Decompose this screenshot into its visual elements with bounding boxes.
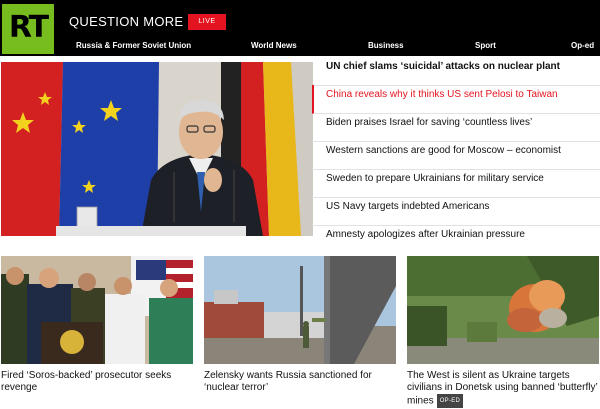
headline-item[interactable]: Sweden to prepare Ukrainians for militar…	[312, 169, 600, 198]
site-header: RT QUESTION MORE LIVE Russia & Former So…	[0, 0, 600, 56]
card-image-press-conference[interactable]	[1, 256, 193, 364]
headline-item[interactable]: UN chief slams ‘suicidal’ attacks on nuc…	[312, 57, 600, 86]
hero-image[interactable]	[1, 62, 313, 236]
card-image-explosion[interactable]	[407, 256, 599, 364]
headline-item[interactable]: Biden praises Israel for saving ‘countle…	[312, 113, 600, 142]
op-ed-badge: OP-ED	[436, 394, 464, 408]
nav-business[interactable]: Business	[368, 41, 404, 50]
logo-text: RT	[8, 10, 49, 45]
headline-item[interactable]: Western sanctions are good for Moscow – …	[312, 141, 600, 170]
tagline: QUESTION MORE	[69, 14, 184, 29]
card-title-op-ed[interactable]: The West is silent as Ukraine targets ci…	[407, 370, 599, 408]
headline-item[interactable]: US Navy targets indebted Americans	[312, 197, 600, 226]
nav-world-news[interactable]: World News	[251, 41, 297, 50]
rt-logo[interactable]: RT	[2, 4, 54, 54]
nav-op-ed[interactable]: Op-ed	[571, 41, 594, 50]
card-title[interactable]: Fired ‘Soros-backed’ prosecutor seeks re…	[1, 370, 193, 394]
nav-sport[interactable]: Sport	[475, 41, 496, 50]
live-button[interactable]: LIVE	[188, 14, 226, 30]
headline-item-active[interactable]: China reveals why it thinks US sent Pelo…	[312, 85, 600, 114]
card-image-nuclear-plant[interactable]	[204, 256, 396, 364]
headline-item[interactable]: Amnesty apologizes after Ukrainian press…	[312, 225, 600, 254]
card-title-text: The West is silent as Ukraine targets ci…	[407, 370, 598, 407]
nav-russia[interactable]: Russia & Former Soviet Union	[76, 41, 191, 50]
card-title[interactable]: Zelensky wants Russia sanctioned for ‘nu…	[204, 370, 396, 394]
